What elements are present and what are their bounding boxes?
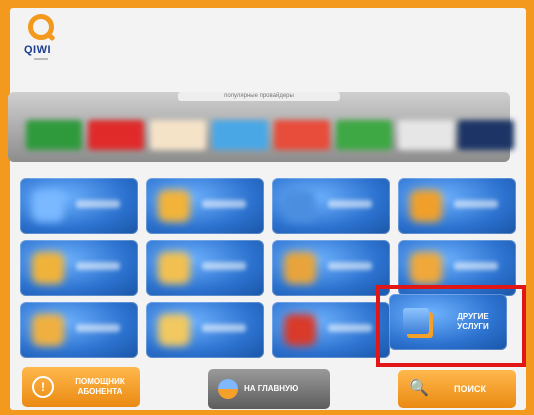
home-label: НА ГЛАВНУЮ: [244, 384, 299, 393]
category-tile[interactable]: [272, 240, 390, 296]
logo-subtext: [34, 58, 48, 60]
category-icon: [410, 190, 442, 222]
category-tile[interactable]: [20, 178, 138, 234]
category-icon: [410, 252, 442, 284]
category-tile[interactable]: [146, 302, 264, 358]
category-tile[interactable]: [20, 240, 138, 296]
category-tile[interactable]: [398, 178, 516, 234]
category-tile[interactable]: [272, 178, 390, 234]
category-label: [76, 324, 120, 332]
category-label: [76, 262, 120, 270]
category-tile[interactable]: [272, 302, 390, 358]
category-label: [328, 200, 372, 208]
qiwi-logo: QIWI: [22, 14, 62, 64]
category-tile[interactable]: [146, 240, 264, 296]
category-label: [202, 262, 246, 270]
info-icon: !: [32, 376, 54, 398]
popular-providers-title: популярные провайдеры: [178, 92, 340, 101]
provider-tile[interactable]: [458, 120, 514, 150]
provider-tile[interactable]: [150, 120, 206, 150]
home-button[interactable]: НА ГЛАВНУЮ: [208, 369, 330, 409]
category-icon: [158, 190, 190, 222]
category-tile[interactable]: [146, 178, 264, 234]
category-label: [328, 262, 372, 270]
category-icon: [32, 314, 64, 346]
helper-label: ПОМОЩНИК АБОНЕНТА: [75, 377, 125, 396]
category-label: [454, 200, 498, 208]
search-icon: 🔍: [409, 380, 429, 397]
search-button[interactable]: 🔍 ПОИСК: [398, 370, 516, 408]
category-label: [202, 200, 246, 208]
category-icon: [284, 190, 316, 222]
category-icon: [32, 190, 64, 222]
category-icon: [158, 252, 190, 284]
category-icon: [284, 252, 316, 284]
subscriber-helper-button[interactable]: ! ПОМОЩНИК АБОНЕНТА: [22, 367, 140, 407]
category-tile[interactable]: [20, 302, 138, 358]
category-icon: [284, 314, 316, 346]
category-label: [454, 262, 498, 270]
logo-text: QIWI: [24, 44, 52, 56]
provider-tile[interactable]: [398, 120, 454, 150]
category-label: [328, 324, 372, 332]
highlight-frame: [376, 285, 526, 367]
category-icon: [32, 252, 64, 284]
provider-tile[interactable]: [26, 120, 82, 150]
home-icon: [218, 379, 238, 399]
category-label: [202, 324, 246, 332]
provider-tile[interactable]: [88, 120, 144, 150]
category-label: [76, 200, 120, 208]
provider-tile[interactable]: [274, 120, 330, 150]
search-label: ПОИСК: [454, 384, 486, 394]
provider-tile[interactable]: [212, 120, 268, 150]
provider-tile[interactable]: [336, 120, 392, 150]
logo-tail: [45, 31, 56, 42]
category-icon: [158, 314, 190, 346]
